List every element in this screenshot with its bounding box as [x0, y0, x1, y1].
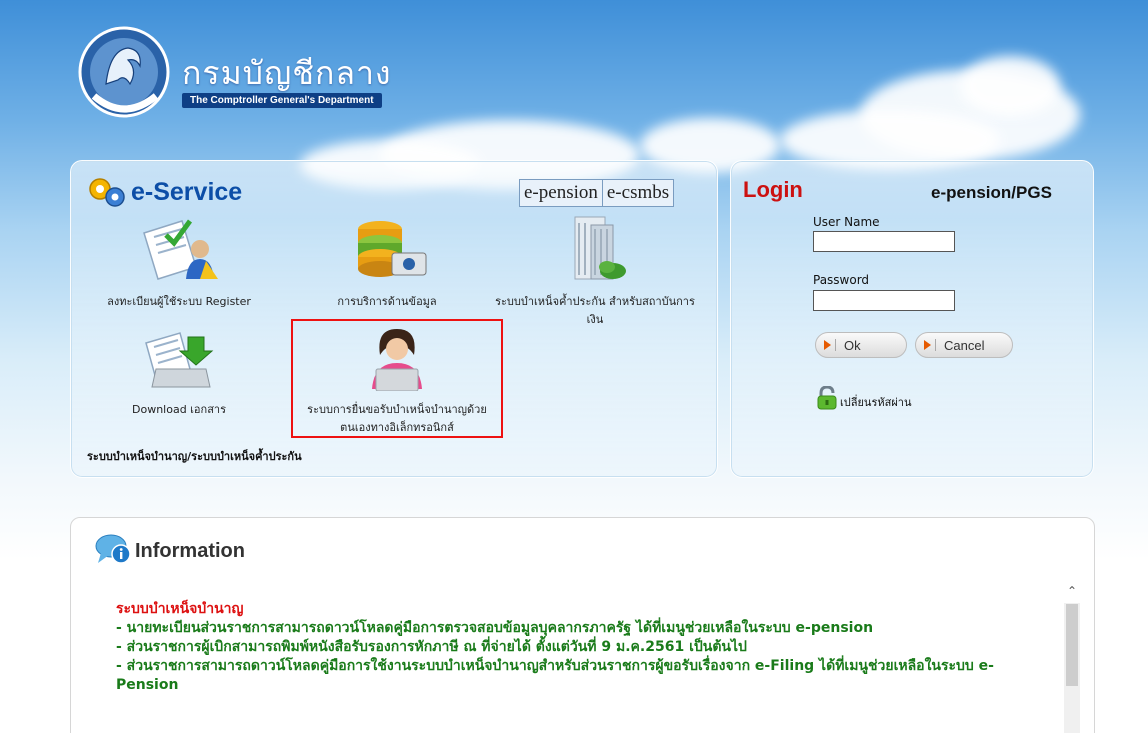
cancel-button[interactable]: Cancel	[915, 332, 1013, 358]
info-item: - ส่วนราชการผู้เบิกสามารถพิมพ์หนังสือรับ…	[116, 639, 747, 655]
scroll-up-arrow-icon[interactable]: ⌃	[1064, 583, 1080, 599]
change-password-link[interactable]: เปลี่ยนรหัสผ่าน	[817, 385, 912, 413]
system-tabs: e-pension e-csmbs	[519, 179, 675, 207]
service-data[interactable]: การบริการด้านข้อมูล	[287, 217, 487, 310]
download-document-icon	[79, 329, 279, 394]
info-item: - ส่วนราชการสามารถดาวน์โหลดคู่มือการใช้ง…	[116, 658, 994, 693]
eservice-header: e-Service	[87, 175, 242, 209]
information-title: Information	[135, 539, 245, 562]
play-arrow-icon	[924, 340, 931, 350]
database-service-icon	[287, 217, 487, 286]
password-input[interactable]	[813, 290, 955, 311]
scrollbar-thumb[interactable]	[1066, 604, 1078, 686]
service-register[interactable]: ลงทะเบียนผู้ใช้ระบบ Register	[79, 213, 279, 310]
username-input[interactable]	[813, 231, 955, 252]
department-seal-logo	[76, 22, 172, 126]
register-document-user-icon	[79, 213, 279, 286]
building-icon	[495, 211, 695, 286]
ok-button-label: Ok	[844, 337, 861, 353]
cloud-decoration	[960, 56, 1060, 116]
chat-info-icon	[95, 533, 131, 569]
tab-e-pension[interactable]: e-pension	[519, 179, 603, 207]
button-separator	[835, 339, 836, 351]
change-password-label: เปลี่ยนรหัสผ่าน	[840, 396, 912, 409]
service-data-label: การบริการด้านข้อมูล	[337, 295, 437, 308]
org-name-english: The Comptroller General's Department	[182, 93, 382, 108]
eservice-panel: e-Service e-pension e-csmbs ลงทะเบียนผู้…	[70, 160, 718, 478]
service-register-label: ลงทะเบียนผู้ใช้ระบบ Register	[107, 295, 251, 308]
tab-e-csmbs[interactable]: e-csmbs	[602, 179, 675, 207]
information-content: ระบบบำเหน็จบำนาญ - นายทะเบียนส่วนราชการส…	[116, 600, 1046, 695]
info-item: - นายทะเบียนส่วนราชการสามารถดาวน์โหลดคู่…	[116, 620, 874, 636]
info-category: ระบบบำเหน็จบำนาญ	[116, 601, 244, 617]
login-title: Login	[743, 177, 803, 202]
service-guarantee-bank-label: ระบบบำเหน็จค้ำประกัน สำหรับสถาบันการเงิน	[495, 295, 695, 326]
ok-button[interactable]: Ok	[815, 332, 907, 358]
button-separator	[935, 339, 936, 351]
highlight-box	[291, 319, 503, 438]
login-panel: Login e-pension/PGS User Name Password O…	[730, 160, 1094, 478]
service-download-label: Download เอกสาร	[132, 403, 226, 416]
play-arrow-icon	[824, 340, 831, 350]
eservice-footer-text: ระบบบำเหน็จบำนาญ/ระบบบำเหน็จค้ำประกัน	[87, 450, 302, 463]
information-header: Information	[95, 533, 245, 569]
lock-icon	[817, 385, 837, 413]
service-download[interactable]: Download เอกสาร	[79, 329, 279, 418]
gears-icon	[87, 175, 127, 209]
cancel-button-label: Cancel	[944, 337, 985, 353]
password-label: Password	[813, 273, 870, 287]
org-name-thai: กรมบัญชีกลาง	[182, 54, 392, 92]
service-guarantee-bank[interactable]: ระบบบำเหน็จค้ำประกัน สำหรับสถาบันการเงิน	[495, 211, 695, 328]
login-system-name: e-pension/PGS	[931, 183, 1052, 202]
eservice-title: e-Service	[131, 177, 243, 206]
username-label: User Name	[813, 215, 880, 229]
